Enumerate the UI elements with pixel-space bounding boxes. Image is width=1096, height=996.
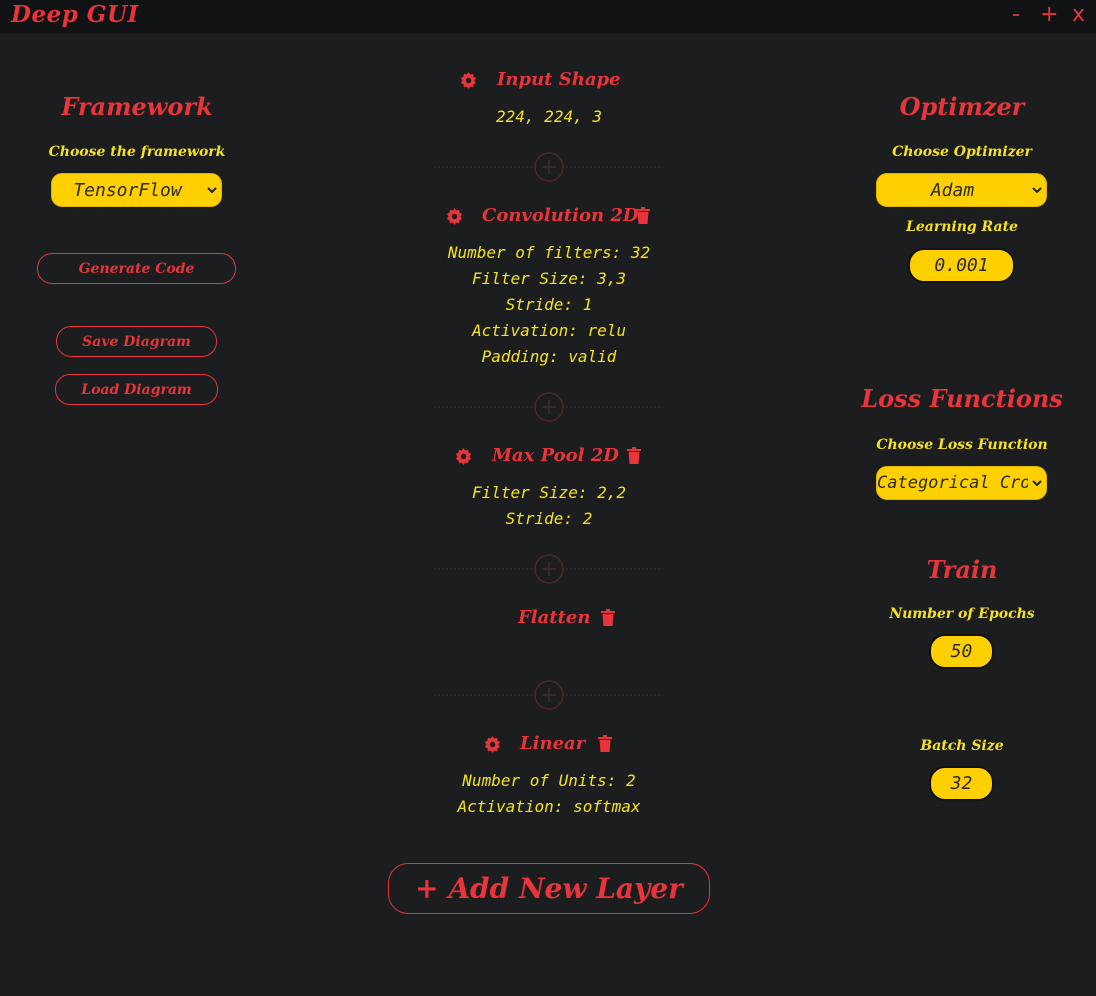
layer-param: Activation: relu	[471, 321, 627, 340]
save-diagram-button[interactable]: Save Diagram	[56, 326, 217, 357]
layer-param: Filter Size: 3,3	[471, 269, 627, 288]
title-bar: Deep GUI - + x	[0, 0, 1096, 33]
layer-title-convolution-2d: Convolution 2D	[482, 205, 639, 226]
optimizer-heading: Optimzer	[899, 92, 1025, 121]
learning-rate-input[interactable]: 0.001	[908, 248, 1015, 283]
maximize-button[interactable]: +	[1040, 2, 1058, 27]
epochs-input[interactable]: 50	[929, 634, 994, 669]
batch-size-input[interactable]: 32	[929, 766, 994, 801]
optimizer-select[interactable]: Adam	[876, 173, 1047, 207]
gear-icon[interactable]	[484, 736, 501, 757]
layer-param: Filter Size: 2,2	[471, 483, 627, 502]
framework-label: Choose the framework	[48, 144, 226, 160]
layer-title-input-shape: Input Shape	[497, 69, 621, 90]
close-button[interactable]: x	[1072, 2, 1085, 27]
framework-heading: Framework	[61, 92, 213, 121]
load-diagram-button[interactable]: Load Diagram	[55, 374, 218, 405]
add-layer-connector[interactable]	[434, 391, 663, 423]
gear-icon[interactable]	[446, 208, 463, 229]
layer-param: Stride: 1	[505, 295, 593, 314]
epochs-label: Number of Epochs	[889, 606, 1035, 622]
add-layer-connector[interactable]	[434, 151, 663, 183]
optimizer-select-value: Adam	[930, 179, 975, 201]
framework-select[interactable]: TensorFlow	[51, 173, 222, 207]
optimizer-label: Choose Optimizer	[892, 144, 1032, 160]
learning-rate-label: Learning Rate	[906, 219, 1018, 235]
loss-function-select[interactable]: Categorical Cross	[876, 466, 1047, 500]
layer-param: Activation: softmax	[457, 797, 641, 816]
layer-title-max-pool-2d: Max Pool 2D	[492, 445, 619, 466]
chevron-down-icon	[1028, 479, 1046, 487]
batch-size-label: Batch Size	[920, 738, 1004, 754]
trash-icon[interactable]	[601, 609, 615, 630]
loss-function-label: Choose Loss Function	[876, 437, 1048, 453]
loss-function-select-value: Categorical Cross	[877, 473, 1028, 493]
gear-icon[interactable]	[460, 72, 477, 93]
add-layer-connector[interactable]	[434, 553, 663, 585]
generate-code-button[interactable]: Generate Code	[37, 253, 236, 284]
layer-param: Number of Units: 2	[462, 771, 636, 790]
trash-icon[interactable]	[636, 207, 650, 228]
train-heading: Train	[926, 555, 998, 584]
gear-icon[interactable]	[455, 448, 472, 469]
add-layer-connector[interactable]	[434, 679, 663, 711]
layer-title-flatten: Flatten	[518, 607, 591, 628]
layer-title-linear: Linear	[520, 733, 586, 754]
layer-param: Padding: valid	[481, 347, 617, 366]
add-new-layer-button[interactable]: + Add New Layer	[388, 863, 710, 914]
layer-param: Number of filters: 32	[447, 243, 651, 262]
trash-icon[interactable]	[627, 447, 641, 468]
layer-param: 224, 224, 3	[496, 107, 602, 126]
framework-select-value: TensorFlow	[73, 179, 182, 201]
app-title: Deep GUI	[11, 1, 139, 28]
chevron-down-icon	[203, 186, 221, 194]
chevron-down-icon	[1028, 186, 1046, 194]
loss-functions-heading: Loss Functions	[861, 384, 1063, 413]
trash-icon[interactable]	[598, 735, 612, 756]
layer-param: Stride: 2	[505, 509, 593, 528]
minimize-button[interactable]: -	[1012, 2, 1020, 27]
